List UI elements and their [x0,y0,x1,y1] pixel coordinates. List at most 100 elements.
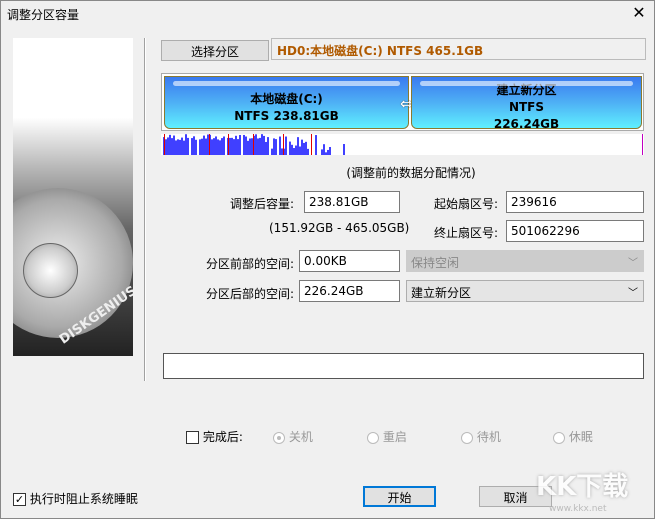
back-space-input[interactable]: 226.24GB [299,280,400,302]
size-range: (151.92GB - 465.05GB) [269,221,410,235]
usage-bar [231,137,233,155]
diskgenius-image: DISKGENIUS [13,38,133,356]
usage-bar [191,138,193,155]
usage-bar [291,144,293,155]
usage-bar [171,138,173,155]
usage-bar [235,135,237,155]
usage-bar [275,139,277,155]
radio-label: 待机 [476,430,501,444]
usage-bar [173,135,175,155]
usage-bar [181,137,183,155]
usage-bar [217,139,219,155]
front-action-select[interactable]: 保持空闲 ﹀ [406,250,644,272]
usage-bar [233,139,235,155]
usage-marker [209,134,210,155]
usage-bar [327,149,329,155]
usage-bar [293,148,295,155]
usage-bar [187,137,189,155]
usage-marker [228,134,229,155]
usage-bar [185,134,187,155]
usage-bar [165,139,167,155]
usage-marker [253,134,254,155]
usage-marker [311,134,312,155]
usage-bar [255,134,257,155]
partition-bar[interactable]: 本地磁盘(C:) NTFS 238.81GB ⇔ 建立新分区 NTFS 226.… [161,73,644,131]
partition-detail: NTFS 238.81GB [234,109,339,123]
end-sector-input[interactable]: 501062296 [506,220,644,242]
radio-icon [367,431,379,444]
usage-bar [281,148,283,155]
chevron-down-icon: ﹀ [628,258,638,269]
usage-bar [239,134,241,155]
usage-bar [343,144,345,155]
divider [144,38,146,381]
partition-name: 本地磁盘(C:) [250,92,323,106]
usage-bar [271,148,273,155]
usage-bar [167,137,169,155]
watermark-url: www.kkx.net [549,504,607,514]
usage-bar [213,138,215,155]
usage-bar [301,139,303,155]
start-sector-input[interactable]: 239616 [506,191,644,213]
usage-caption: (调整前的数据分配情况) [346,166,476,180]
usage-bar [207,134,209,155]
usage-bar [265,141,267,155]
usage-bar [215,136,217,155]
new-size-label: 调整后容量: [229,197,294,211]
usage-bar [243,134,245,155]
radio-restart[interactable]: 重启 [367,428,407,445]
usage-bar [289,141,291,155]
usage-bar [315,135,317,155]
prevent-sleep-checkbox[interactable]: ✓ 执行时阻止系统睡眠 [13,490,138,507]
usage-bar [229,137,231,155]
front-space-input[interactable]: 0.00KB [299,250,400,272]
usage-bar [245,136,247,155]
usage-bar [273,138,275,155]
start-button[interactable]: 开始 [363,486,436,507]
usage-bar [219,140,221,155]
usage-bar [323,144,325,155]
usage-bar [199,139,201,155]
after-done-label: 完成后: [202,430,243,444]
partition-c[interactable]: 本地磁盘(C:) NTFS 238.81GB [164,76,409,129]
progress-bar [163,353,644,379]
usage-bar [193,136,195,155]
start-sector-label: 起始扇区号: [433,197,498,211]
usage-bar [285,136,287,155]
usage-bar [279,136,281,155]
usage-bar [205,138,207,155]
usage-bar [221,138,223,155]
prevent-sleep-label: 执行时阻止系统睡眠 [29,492,138,506]
usage-bar [307,148,309,155]
disk-info: HD0:本地磁盘(C:) NTFS 465.1GB [271,38,646,60]
usage-bar [195,139,197,155]
radio-label: 重启 [382,430,407,444]
back-action-select[interactable]: 建立新分区 ﹀ [406,280,644,302]
partition-new[interactable]: 建立新分区 NTFS 226.24GB [411,76,642,131]
usage-bar [267,137,269,155]
usage-end-marker [642,134,643,155]
usage-bar [249,138,251,155]
end-sector-label: 终止扇区号: [433,226,498,240]
radio-standby[interactable]: 待机 [461,428,501,445]
usage-bar [177,139,179,155]
close-button[interactable]: ✕ [629,3,649,23]
select-partition-button[interactable]: 选择分区 [161,40,269,61]
usage-bar [179,139,181,155]
usage-bar [257,138,259,155]
radio-label: 关机 [288,430,313,444]
radio-shutdown[interactable]: 关机 [273,428,313,445]
usage-bar [297,137,299,155]
new-size-input[interactable]: 238.81GB [304,191,400,213]
usage-bar [259,137,261,155]
partition-size: 226.24GB [493,117,560,131]
usage-bar [329,146,331,155]
disk-hub-icon [23,243,78,298]
usage-marker [164,134,165,155]
usage-bar [251,138,253,155]
usage-bar [237,139,239,155]
after-done-checkbox[interactable]: 完成后: [186,428,243,445]
usage-bar [299,146,301,155]
radio-hibernate[interactable]: 休眠 [553,428,593,445]
usage-bar [169,134,171,155]
